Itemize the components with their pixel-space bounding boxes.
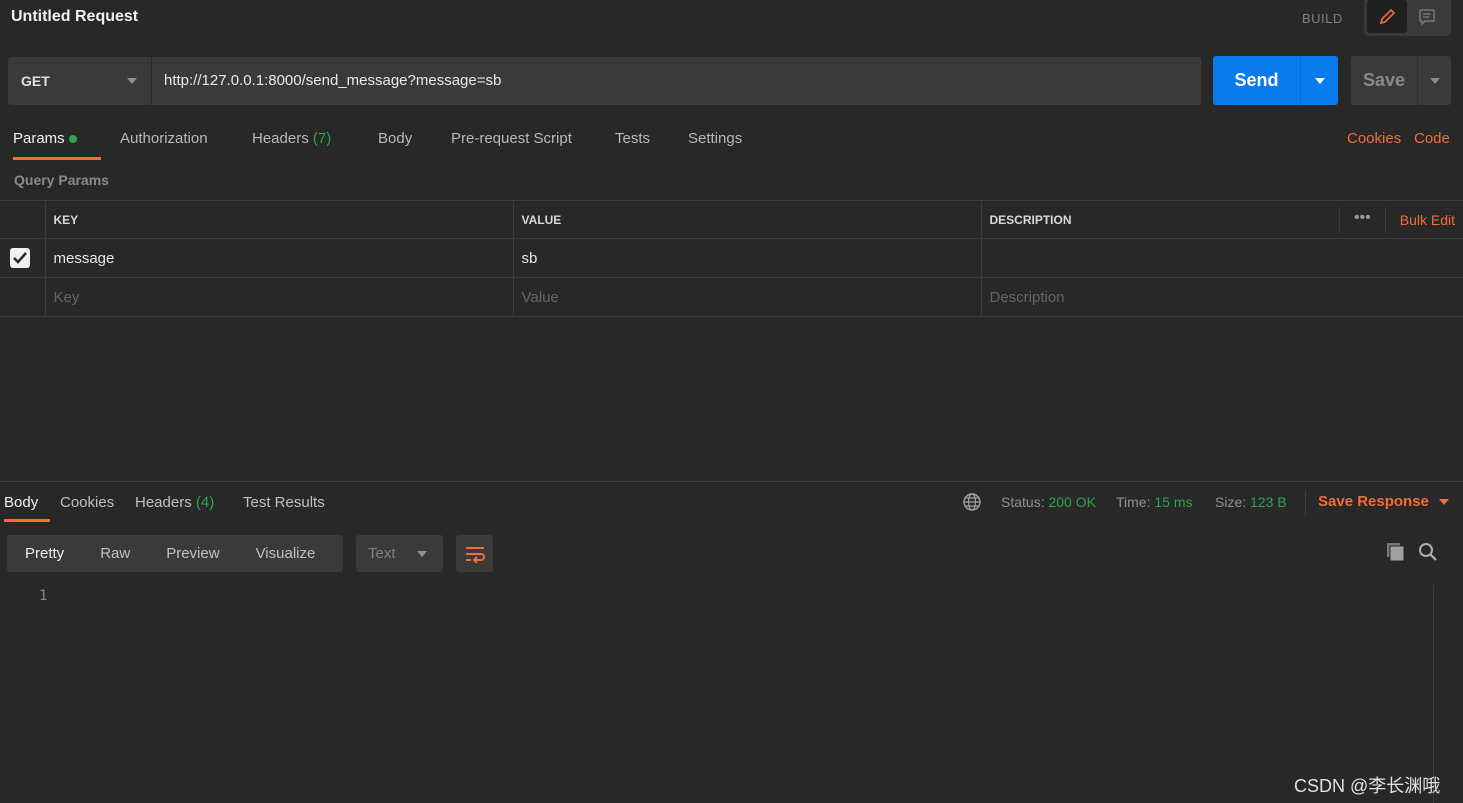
method-select[interactable]: GET bbox=[8, 57, 151, 105]
response-tab-body[interactable]: Body bbox=[4, 490, 50, 522]
globe-icon[interactable] bbox=[962, 492, 982, 512]
comment-icon bbox=[1419, 8, 1435, 26]
build-mode-label: BUILD bbox=[1302, 11, 1343, 26]
row-checkbox[interactable] bbox=[10, 248, 30, 268]
size-readout: Size: 123 B bbox=[1215, 494, 1287, 510]
response-tab-headers[interactable]: Headers (4) bbox=[135, 490, 214, 522]
size-value: 123 B bbox=[1250, 494, 1287, 510]
column-key: KEY bbox=[44, 200, 514, 239]
cookies-link[interactable]: Cookies bbox=[1347, 130, 1401, 147]
param-description[interactable] bbox=[980, 238, 1463, 278]
line-number: 1 bbox=[39, 588, 48, 604]
table-row: message sb bbox=[0, 238, 1463, 278]
time-label: Time: bbox=[1116, 494, 1151, 510]
column-value: VALUE bbox=[512, 200, 982, 239]
copy-icon[interactable] bbox=[1386, 542, 1406, 562]
query-params-title: Query Params bbox=[14, 172, 109, 188]
chevron-down-icon bbox=[1438, 498, 1449, 505]
code-link[interactable]: Code bbox=[1414, 130, 1450, 147]
save-label[interactable]: Save bbox=[1351, 56, 1417, 105]
mode-switcher bbox=[1364, 0, 1451, 36]
status-value: 200 OK bbox=[1048, 494, 1096, 510]
headers-count: (7) bbox=[312, 130, 332, 147]
view-preview[interactable]: Preview bbox=[148, 545, 237, 562]
tab-params[interactable]: Params bbox=[13, 126, 101, 160]
watermark: CSDN @李长渊哦 bbox=[1294, 776, 1441, 796]
tab-settings[interactable]: Settings bbox=[688, 126, 742, 160]
size-label: Size: bbox=[1215, 494, 1247, 510]
params-active-dot bbox=[68, 135, 77, 143]
tab-pre-request-script[interactable]: Pre-request Script bbox=[451, 126, 572, 160]
view-mode-selector: Pretty Raw Preview Visualize bbox=[7, 535, 343, 572]
comments-button[interactable] bbox=[1407, 0, 1447, 33]
method-value: GET bbox=[21, 73, 50, 89]
format-select[interactable]: Text bbox=[356, 535, 443, 572]
response-scrollbar[interactable] bbox=[1433, 585, 1463, 803]
value-placeholder[interactable]: Value bbox=[512, 277, 982, 317]
divider bbox=[1305, 490, 1306, 516]
response-tab-cookies[interactable]: Cookies bbox=[60, 490, 114, 522]
chevron-down-icon bbox=[1314, 77, 1325, 84]
tab-body[interactable]: Body bbox=[378, 126, 412, 160]
tab-tests[interactable]: Tests bbox=[615, 126, 650, 160]
pencil-icon bbox=[1379, 8, 1396, 24]
format-value: Text bbox=[368, 545, 396, 562]
send-label[interactable]: Send bbox=[1213, 56, 1300, 105]
checkmark-icon bbox=[13, 252, 27, 264]
save-response-button[interactable]: Save Response bbox=[1318, 493, 1449, 510]
search-icon[interactable] bbox=[1418, 542, 1438, 562]
save-response-label: Save Response bbox=[1318, 493, 1429, 510]
view-visualize[interactable]: Visualize bbox=[238, 545, 334, 562]
response-tab-test-results[interactable]: Test Results bbox=[243, 490, 325, 522]
headers-count: (4) bbox=[195, 494, 215, 511]
description-placeholder[interactable]: Description bbox=[980, 277, 1463, 317]
tab-label: Params bbox=[13, 130, 65, 147]
tab-label: Headers bbox=[252, 130, 309, 147]
tab-label: Headers bbox=[135, 494, 192, 511]
wrap-lines-button[interactable] bbox=[456, 535, 493, 572]
send-options-button[interactable] bbox=[1300, 56, 1338, 105]
status-readout: Status: 200 OK bbox=[1001, 494, 1096, 510]
params-table: KEY VALUE DESCRIPTION ••• Bulk Edit messag… bbox=[0, 200, 1463, 317]
tab-authorization[interactable]: Authorization bbox=[120, 126, 208, 160]
chevron-down-icon bbox=[127, 78, 137, 84]
edit-mode-button[interactable] bbox=[1367, 0, 1407, 33]
request-title[interactable]: Untitled Request bbox=[11, 8, 138, 26]
status-label: Status: bbox=[1001, 494, 1045, 510]
bulk-edit-link[interactable]: Bulk Edit bbox=[1384, 206, 1455, 233]
save-button[interactable]: Save bbox=[1351, 56, 1451, 105]
chevron-down-icon bbox=[417, 550, 427, 557]
key-placeholder[interactable]: Key bbox=[44, 277, 514, 317]
table-header: KEY VALUE DESCRIPTION ••• Bulk Edit bbox=[0, 200, 1463, 239]
view-pretty[interactable]: Pretty bbox=[7, 545, 82, 562]
response-divider bbox=[0, 481, 1463, 482]
chevron-down-icon bbox=[1429, 77, 1440, 84]
column-description: DESCRIPTION ••• Bulk Edit bbox=[980, 200, 1463, 239]
view-raw[interactable]: Raw bbox=[82, 545, 148, 562]
time-value: 15 ms bbox=[1154, 494, 1193, 510]
param-value[interactable]: sb bbox=[512, 238, 982, 278]
param-key[interactable]: message bbox=[44, 238, 514, 278]
wrap-icon bbox=[465, 546, 485, 563]
table-row-empty: Key Value Description bbox=[0, 277, 1463, 317]
column-description-label: DESCRIPTION bbox=[989, 212, 1072, 227]
time-readout: Time: 15 ms bbox=[1116, 494, 1193, 510]
send-button[interactable]: Send bbox=[1213, 56, 1338, 105]
url-input[interactable] bbox=[152, 57, 1201, 105]
tab-headers[interactable]: Headers (7) bbox=[252, 126, 331, 160]
save-options-button[interactable] bbox=[1417, 56, 1451, 105]
more-options-icon[interactable]: ••• bbox=[1338, 206, 1385, 233]
